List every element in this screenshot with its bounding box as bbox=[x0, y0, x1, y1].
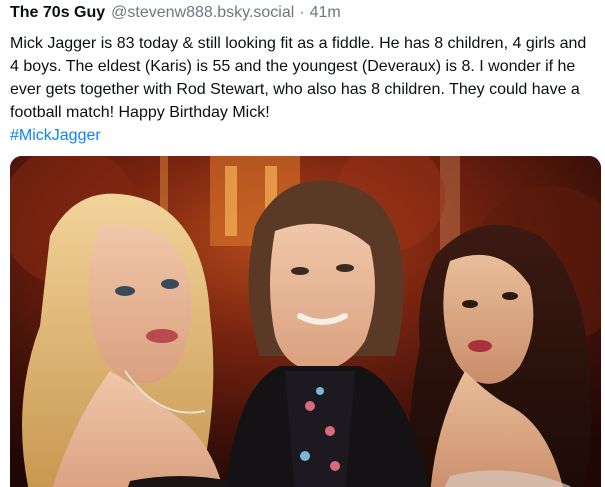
post[interactable]: The 70s Guy @stevenw888.bsky.social · 41… bbox=[0, 0, 605, 487]
author-display-name[interactable]: The 70s Guy bbox=[10, 4, 105, 22]
post-header: The 70s Guy @stevenw888.bsky.social · 41… bbox=[10, 4, 605, 26]
photo-illustration bbox=[10, 156, 601, 487]
post-image[interactable] bbox=[10, 156, 601, 487]
post-timestamp[interactable]: 41m bbox=[310, 4, 341, 22]
separator-dot: · bbox=[299, 4, 305, 21]
post-text: Mick Jagger is 83 today & still looking … bbox=[10, 32, 595, 147]
hashtag-link[interactable]: #MickJagger bbox=[10, 124, 101, 147]
post-body: Mick Jagger is 83 today & still looking … bbox=[10, 35, 587, 121]
author-handle[interactable]: @stevenw888.bsky.social bbox=[111, 4, 294, 22]
